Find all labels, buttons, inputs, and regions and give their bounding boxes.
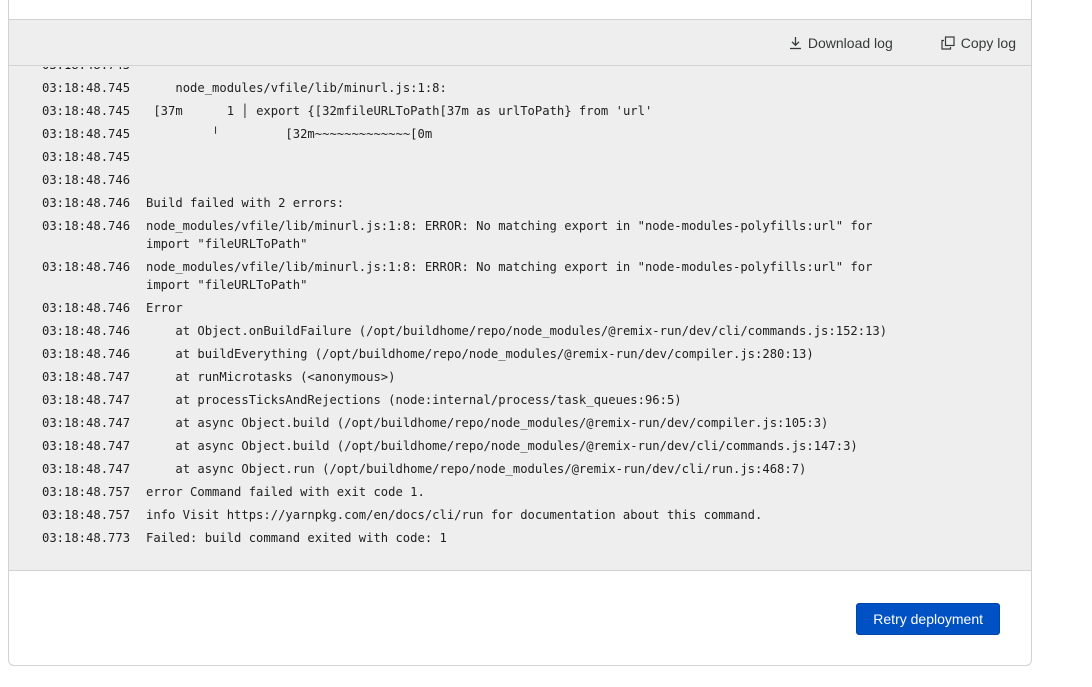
log-timestamp: 03:18:48.747 [42,416,131,430]
retry-deployment-button[interactable]: Retry deployment [856,603,1000,635]
log-timestamp: 03:18:48.773 [42,531,131,545]
log-timestamp: 03:18:48.747 [42,393,131,407]
log-line: 03:18:48.746 [9,171,1031,189]
log-line: 03:18:48.747 at async Object.build (/opt… [9,414,1031,432]
log-timestamp: 03:18:48.746 [42,196,131,210]
log-message [146,171,916,189]
log-timestamp: 03:18:48.747 [42,462,131,476]
log-message: [37m 1 │ export {[32mfileURLToPath[37m a… [146,104,653,118]
log-line: 03:18:48.746 node_modules/vfile/lib/minur… [9,217,1031,253]
log-output[interactable]: 03:18:48.74503:18:48.745 node_modules/vf… [9,67,1031,570]
log-timestamp: 03:18:48.745 [42,104,131,118]
log-line: 03:18:48.747 at async Object.build (/opt… [9,437,1031,455]
log-line: 03:18:48.747 at processTicksAndRejection… [9,391,1031,409]
log-message: Build failed with 2 errors: [146,196,345,210]
log-timestamp: 03:18:48.745 [9,67,146,74]
log-timestamp: 03:18:48.746 [42,301,131,315]
deployment-log-card: Download log Copy log 03:18:48.74503:18:… [8,0,1032,666]
log-message: node_modules/vfile/lib/minurl.js:1:8: ER… [146,219,880,251]
log-timestamp: 03:18:48.746 [42,260,131,274]
log-message: Error [146,301,183,315]
log-timestamp: 03:18:48.747 [42,439,131,453]
log-line: 03:18:48.757 error Command failed with ex… [9,483,1031,501]
log-message [146,148,916,166]
log-message: error Command failed with exit code 1. [146,485,425,499]
log-lines: 03:18:48.74503:18:48.745 node_modules/vf… [9,67,1031,552]
log-message: at buildEverything (/opt/buildhome/repo/… [146,347,814,361]
copy-icon [941,35,955,50]
download-log-label: Download log [807,34,893,51]
log-timestamp: 03:18:48.757 [42,485,131,499]
log-message [146,67,916,74]
log-timestamp: 03:18:48.745 [42,81,131,95]
log-message: node_modules/vfile/lib/minurl.js:1:8: ER… [146,260,880,292]
log-timestamp: 03:18:48.746 [42,219,131,233]
copy-log-button[interactable]: Copy log [941,35,1016,51]
log-line: 03:18:48.746 Build failed with 2 errors: [9,194,1031,212]
log-panel: Download log Copy log 03:18:48.74503:18:… [9,20,1031,571]
log-line: 03:18:48.747 at runMicrotasks (<anonymou… [9,368,1031,386]
log-message: ╵ [32m~~~~~~~~~~~~~[0m [146,127,433,141]
log-timestamp: 03:18:48.745 [42,150,131,164]
log-timestamp: 03:18:48.757 [42,508,131,522]
log-line: 03:18:48.746 node_modules/vfile/lib/minur… [9,258,1031,294]
log-message: node_modules/vfile/lib/minurl.js:1:8: [146,81,447,95]
log-line: 03:18:48.745 ╵ [32m~~~~~~~~~~~~~[0m [9,125,1031,143]
log-message: at runMicrotasks (<anonymous>) [146,370,396,384]
log-message: info Visit https://yarnpkg.com/en/docs/c… [146,508,763,522]
log-line: 03:18:48.745 [9,148,1031,166]
log-toolbar: Download log Copy log [9,20,1031,66]
log-line: 03:18:48.773 Failed: build command exited… [9,529,1031,547]
card-footer: Retry deployment [9,571,1031,665]
download-log-button[interactable]: Download log [789,35,893,51]
download-icon [789,36,802,50]
log-line: 03:18:48.746 at buildEverything (/opt/bu… [9,345,1031,363]
log-line: 03:18:48.757 info Visit https://yarnpkg.c… [9,506,1031,524]
copy-log-label: Copy log [960,34,1016,51]
log-timestamp: 03:18:48.747 [42,370,131,384]
log-message: Failed: build command exited with code: … [146,531,447,545]
log-timestamp: 03:18:48.746 [42,347,131,361]
log-timestamp: 03:18:48.745 [42,127,131,141]
log-line: 03:18:48.746 Error [9,299,1031,317]
log-line: 03:18:48.745 node_modules/vfile/lib/minu… [9,79,1031,97]
log-message: at async Object.run (/opt/buildhome/repo… [146,462,807,476]
log-line: 03:18:48.745 [9,67,1031,74]
log-message: at processTicksAndRejections (node:inter… [146,393,682,407]
log-timestamp: 03:18:48.746 [42,324,131,338]
card-top-strip [9,0,1031,20]
log-timestamp: 03:18:48.746 [42,173,131,187]
log-line: 03:18:48.746 at Object.onBuildFailure (/… [9,322,1031,340]
log-line: 03:18:48.745 [37m 1 │ export {[32mfileUR… [9,102,1031,120]
log-line: 03:18:48.747 at async Object.run (/opt/b… [9,460,1031,478]
log-message: at async Object.build (/opt/buildhome/re… [146,439,858,453]
log-message: at async Object.build (/opt/buildhome/re… [146,416,829,430]
log-message: at Object.onBuildFailure (/opt/buildhome… [146,324,888,338]
